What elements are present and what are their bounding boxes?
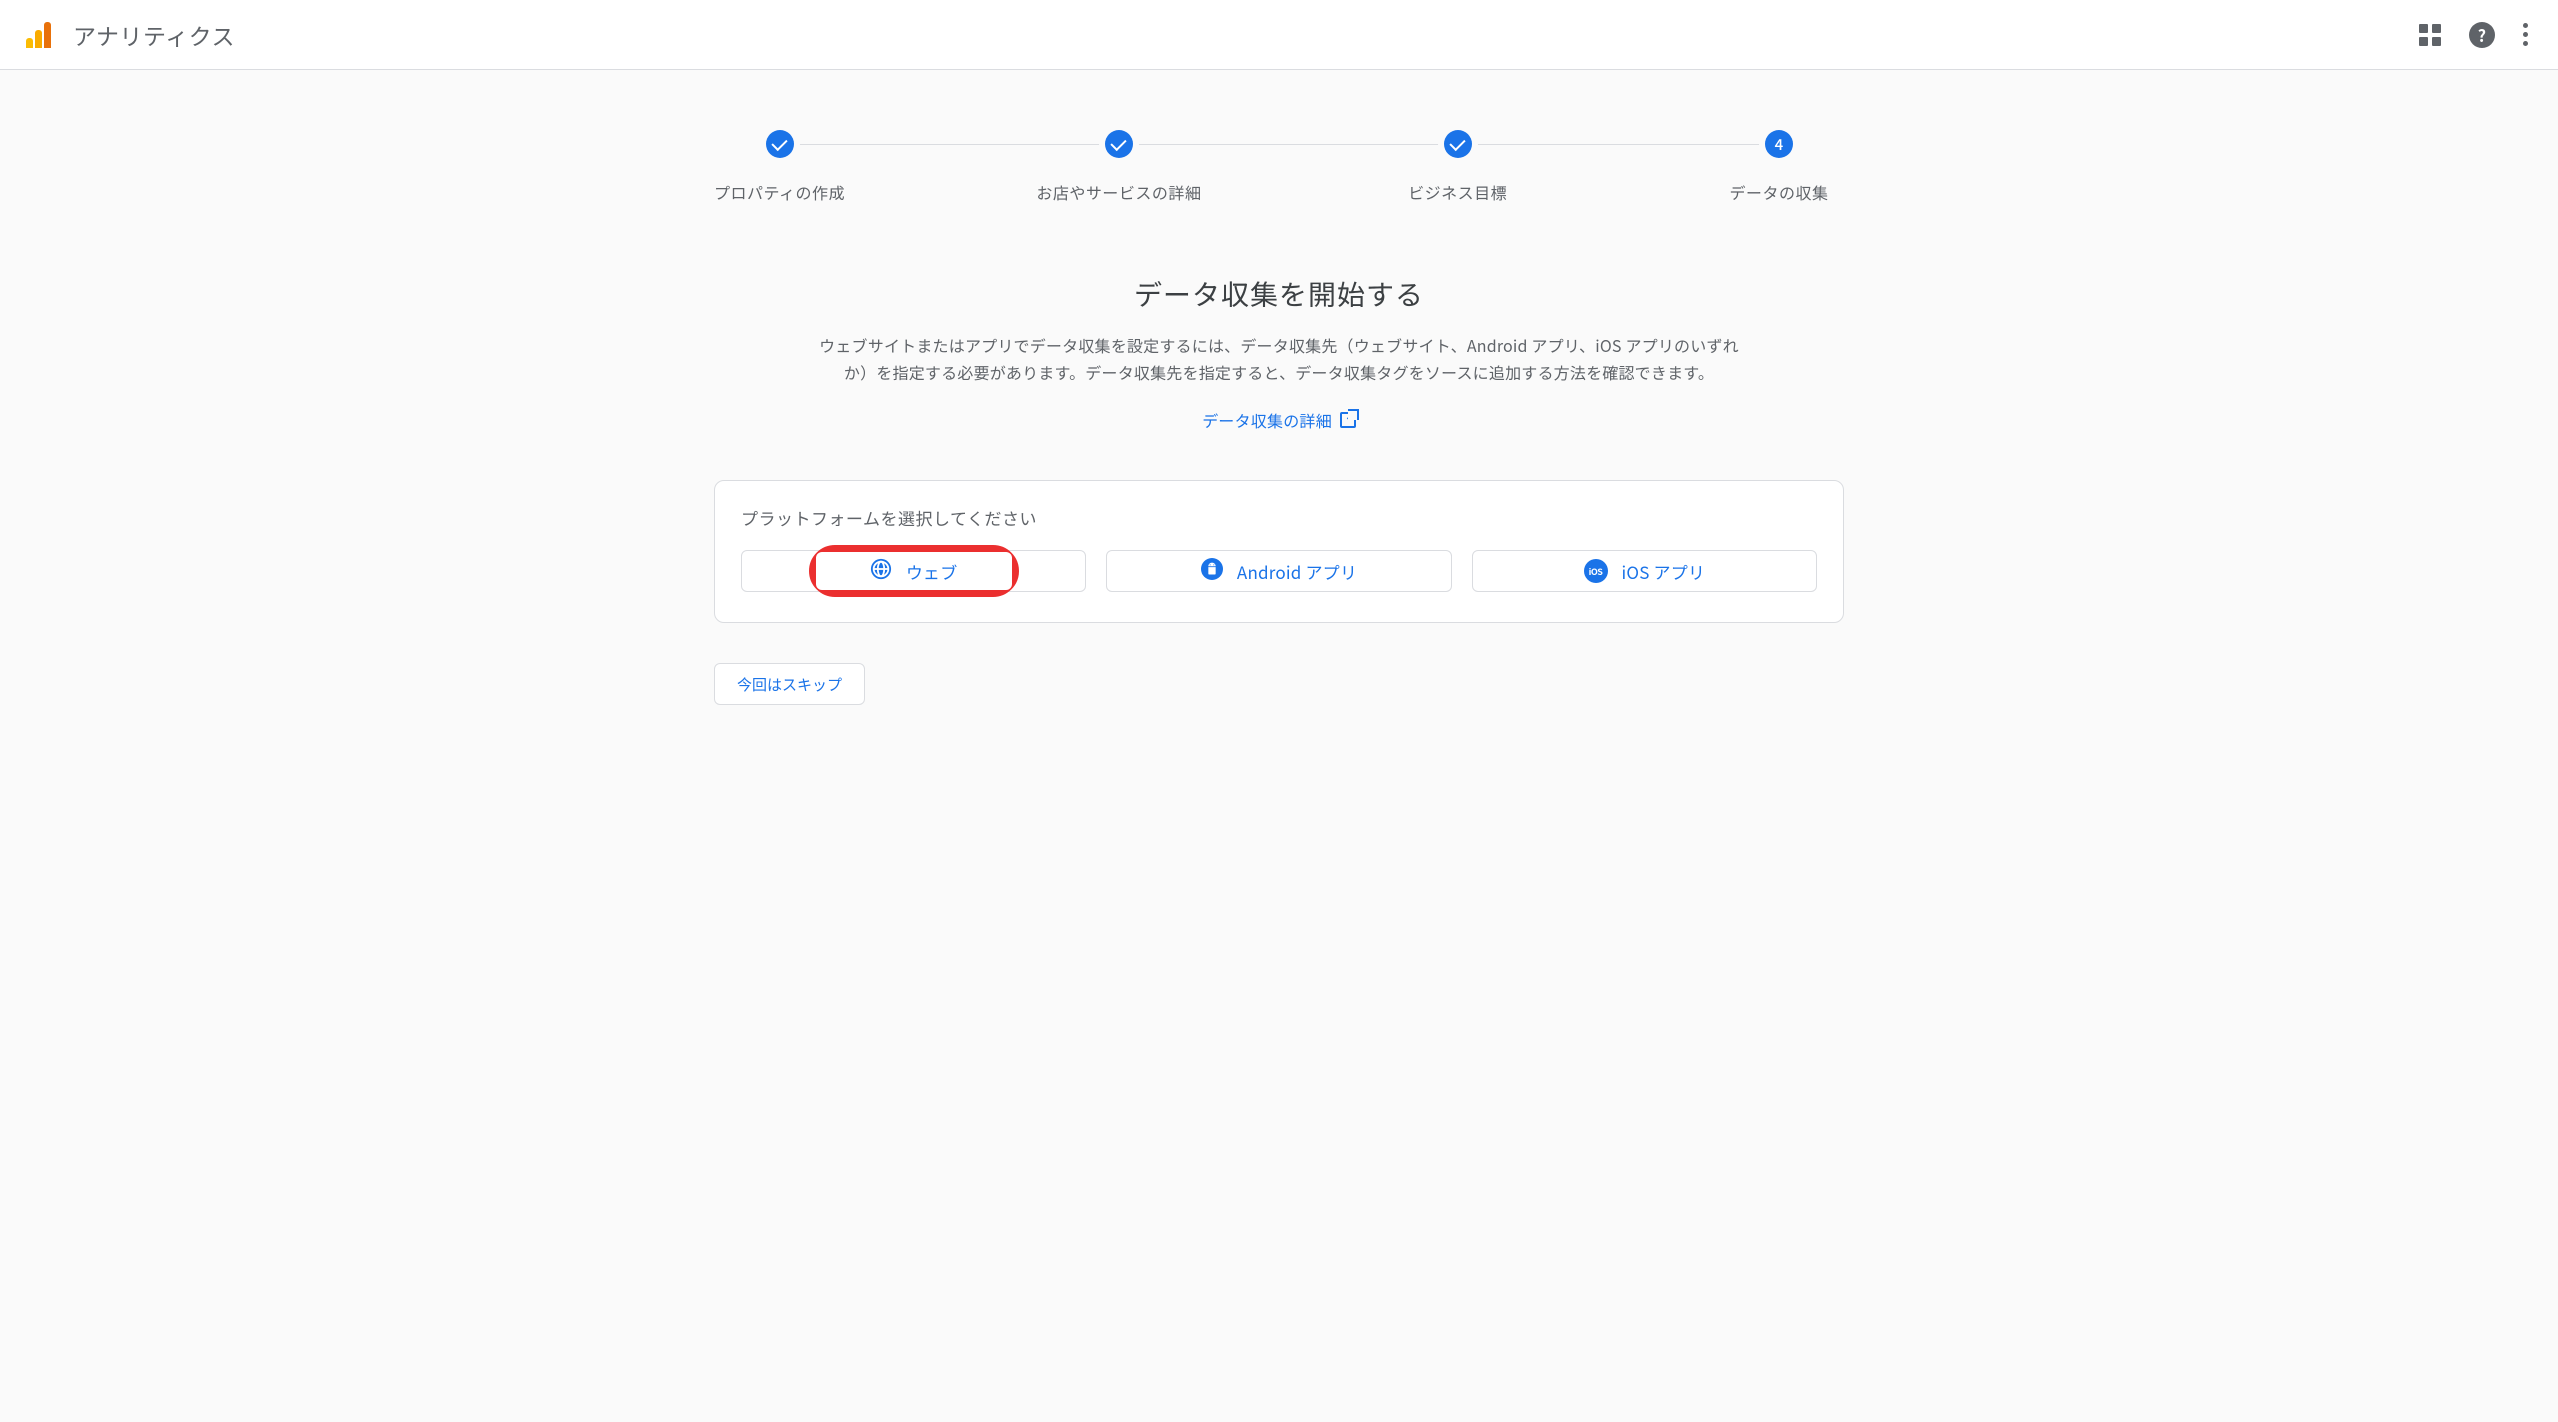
step-number-badge: 4	[1765, 130, 1793, 158]
link-label: データ収集の詳細	[1202, 408, 1332, 432]
platform-android-button[interactable]: Android アプリ	[1106, 550, 1451, 592]
platform-web-button-wrapper: ウェブ	[741, 550, 1086, 592]
platform-web-label: ウェブ	[906, 559, 958, 584]
platform-prompt: プラットフォームを選択してください	[741, 505, 1817, 530]
step-data-collection: 4 データの収集	[1714, 130, 1844, 204]
app-title: アナリティクス	[73, 18, 235, 52]
check-icon	[766, 130, 794, 158]
platform-web-button[interactable]: ウェブ	[816, 552, 1012, 590]
step-property: プロパティの作成	[714, 130, 845, 204]
platform-ios-label: iOS アプリ	[1622, 559, 1706, 584]
ios-icon: iOS	[1584, 559, 1608, 583]
external-link-icon	[1340, 412, 1356, 428]
skip-button[interactable]: 今回はスキップ	[714, 663, 865, 705]
app-header: アナリティクス ?	[0, 0, 2558, 70]
more-menu-icon[interactable]	[2523, 23, 2528, 46]
android-icon	[1201, 558, 1223, 585]
page-title: データ収集を開始する	[714, 274, 1844, 314]
platform-android-label: Android アプリ	[1237, 559, 1357, 584]
annotation-highlight: ウェブ	[809, 545, 1019, 597]
globe-icon	[870, 558, 892, 585]
check-icon	[1444, 130, 1472, 158]
skip-label: 今回はスキップ	[737, 674, 842, 695]
step-business-details: お店やサービスの詳細	[1036, 130, 1201, 204]
check-icon	[1105, 130, 1133, 158]
step-business-goals: ビジネス目標	[1393, 130, 1523, 204]
platform-card: プラットフォームを選択してください	[714, 480, 1844, 623]
page-description: ウェブサイトまたはアプリでデータ収集を設定するには、データ収集先（ウェブサイト、…	[819, 332, 1739, 386]
help-icon[interactable]: ?	[2469, 22, 2495, 48]
setup-stepper: プロパティの作成 お店やサービスの詳細 ビジネス目標 4 データの収集	[714, 130, 1844, 204]
apps-grid-icon[interactable]	[2419, 24, 2441, 46]
data-collection-details-link[interactable]: データ収集の詳細	[714, 408, 1844, 432]
analytics-logo-icon	[26, 22, 51, 48]
platform-ios-button[interactable]: iOS iOS アプリ	[1472, 550, 1817, 592]
